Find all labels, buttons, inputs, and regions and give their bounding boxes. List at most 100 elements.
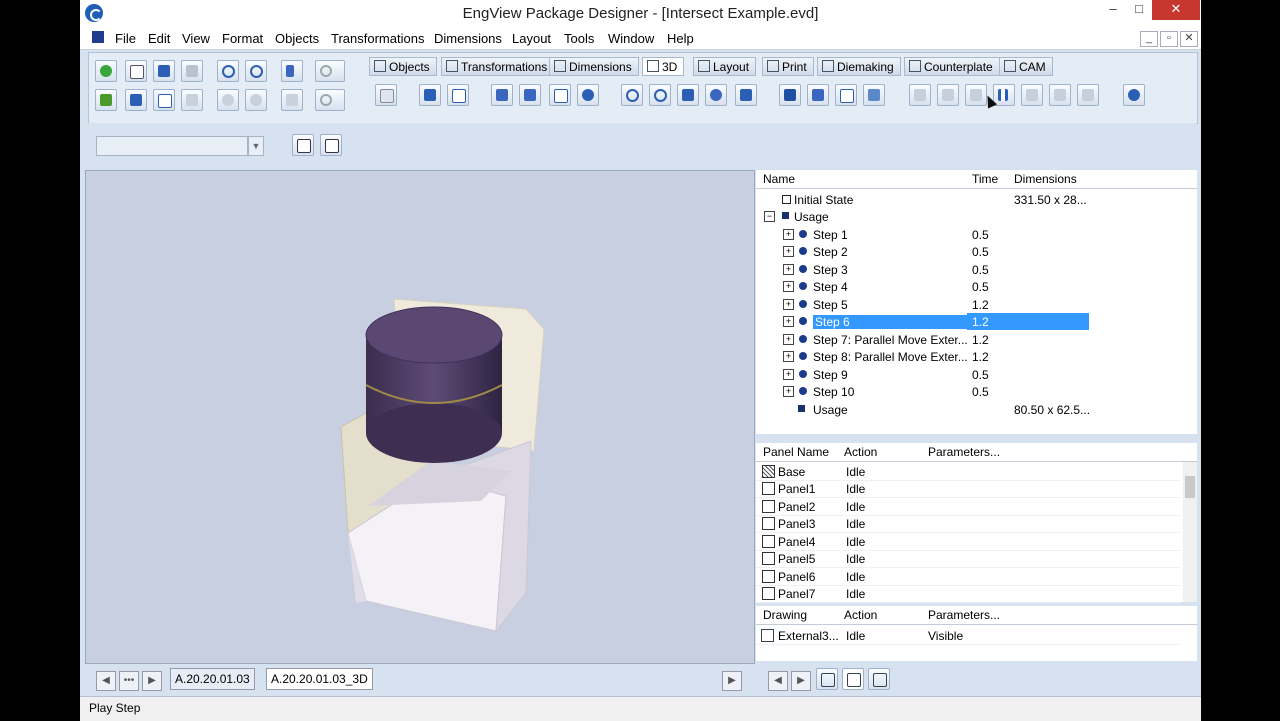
properties-icon[interactable] [375, 84, 397, 106]
menu-format[interactable]: Format [222, 31, 263, 46]
checkbox[interactable] [762, 517, 775, 530]
fit-icon[interactable] [320, 134, 342, 156]
panel-scrollbar[interactable] [1183, 462, 1197, 602]
new-file-icon[interactable] [125, 60, 147, 82]
checkbox[interactable] [762, 465, 775, 478]
tab-diemaking[interactable]: Diemaking [817, 57, 901, 76]
skip-start-icon[interactable] [1049, 84, 1071, 106]
record-icon[interactable] [1123, 84, 1145, 106]
menu-dimensions[interactable]: Dimensions [434, 31, 502, 46]
expand-icon[interactable]: + [783, 369, 794, 380]
mdi-close-button[interactable]: ✕ [1180, 31, 1198, 47]
menu-help[interactable]: Help [667, 31, 694, 46]
zoom-icon[interactable] [217, 60, 239, 82]
col-dimensions[interactable]: Dimensions [1014, 172, 1077, 186]
menu-objects[interactable]: Objects [275, 31, 319, 46]
tab-print[interactable]: Print [762, 57, 814, 76]
panel-row[interactable]: Base Idle [756, 463, 1180, 481]
expand-icon[interactable]: + [783, 386, 794, 397]
more-tabs-icon[interactable]: ••• [119, 671, 139, 691]
panel-row[interactable]: Panel3 Idle [756, 515, 1180, 533]
tab-objects[interactable]: Objects [369, 57, 437, 76]
col-name[interactable]: Name [763, 172, 795, 186]
close-button[interactable]: ✕ [1152, 0, 1200, 20]
menu-transformations[interactable]: Transformations [331, 31, 424, 46]
col-parameters[interactable]: Parameters... [928, 445, 1000, 459]
tab-3d[interactable]: 3D [642, 57, 685, 76]
panel-row[interactable]: Panel7 Idle [756, 585, 1180, 603]
tree-row[interactable]: + Step 10 0.5 [756, 383, 1197, 400]
checkbox[interactable] [762, 535, 775, 548]
col-action[interactable]: Action [844, 445, 877, 459]
align-icon[interactable] [292, 134, 314, 156]
search-icon[interactable] [621, 84, 643, 106]
tab-scroll-left-icon[interactable]: ◀ [96, 671, 116, 691]
tree-row[interactable]: + Step 4 0.5 [756, 278, 1197, 295]
doc-tab-2d[interactable]: A.20.20.01.03 [170, 668, 255, 690]
tab-transformations[interactable]: Transformations [441, 57, 555, 76]
panel-row[interactable]: Panel2 Idle [756, 498, 1180, 516]
panel-3d-icon[interactable] [816, 668, 838, 690]
checkbox[interactable] [762, 500, 775, 513]
tree-row[interactable]: + Step 2 0.5 [756, 243, 1197, 260]
panel-row[interactable]: Panel5 Idle [756, 550, 1180, 568]
preview-icon[interactable] [153, 89, 175, 111]
panel-row[interactable]: Panel4 Idle [756, 533, 1180, 551]
expand-icon[interactable]: + [783, 246, 794, 257]
tab-dimensions[interactable]: Dimensions [549, 57, 639, 76]
step-back-icon[interactable] [1021, 84, 1043, 106]
panel-row[interactable]: Panel6 Idle [756, 568, 1180, 586]
play-arrow-icon[interactable]: ▶ [722, 671, 742, 691]
col-drawing[interactable]: Drawing [763, 608, 807, 622]
skip-end-icon[interactable] [937, 84, 959, 106]
refresh-icon[interactable] [95, 60, 117, 82]
tree-row[interactable]: Usage 80.50 x 62.5... [756, 401, 1197, 418]
tree-row[interactable]: + Step 5 1.2 [756, 296, 1197, 313]
mdi-restore-button[interactable]: ▫ [1160, 31, 1178, 47]
tree-row[interactable]: − Usage [756, 208, 1197, 225]
drawing-row[interactable]: External3... Idle Visible [756, 627, 1180, 645]
collapse-icon[interactable]: − [764, 211, 775, 222]
rotate-icon[interactable] [705, 84, 727, 106]
chevron-down-icon[interactable]: ▼ [248, 136, 264, 156]
tab-cam[interactable]: CAM [999, 57, 1053, 76]
tree-row-selected[interactable]: + Step 6 1.2 [756, 313, 1197, 330]
menu-layout[interactable]: Layout [512, 31, 551, 46]
zoom-in-icon[interactable] [245, 60, 267, 82]
col-panel-name[interactable]: Panel Name [763, 445, 829, 459]
document-3d-icon[interactable] [447, 84, 469, 106]
grid-icon[interactable] [281, 89, 303, 111]
doc-tab-3d[interactable]: A.20.20.01.03_3D [266, 668, 373, 690]
expand-icon[interactable]: + [783, 334, 794, 345]
parts-icon[interactable] [491, 84, 513, 106]
undo-icon[interactable] [315, 60, 345, 82]
panel-row[interactable]: Panel1 Idle [756, 480, 1180, 498]
document-icon[interactable] [92, 31, 104, 43]
zoom-fit-icon[interactable] [217, 89, 239, 111]
col-drawing-action[interactable]: Action [844, 608, 877, 622]
pan-icon[interactable] [677, 84, 699, 106]
shaded-view-icon[interactable] [807, 84, 829, 106]
export-icon[interactable] [419, 84, 441, 106]
col-drawing-parameters[interactable]: Parameters... [928, 608, 1000, 622]
minimize-button[interactable]: – [1100, 0, 1126, 20]
expand-icon[interactable]: + [783, 299, 794, 310]
import-icon[interactable] [95, 89, 117, 111]
checkbox[interactable] [762, 552, 775, 565]
save-icon[interactable] [181, 60, 203, 82]
col-time[interactable]: Time [972, 172, 998, 186]
frame-icon[interactable] [549, 84, 571, 106]
select-arrow-icon[interactable] [281, 60, 303, 82]
sync-icon[interactable] [181, 89, 203, 111]
image-icon[interactable] [863, 84, 885, 106]
expand-icon[interactable]: + [783, 264, 794, 275]
menu-view[interactable]: View [182, 31, 210, 46]
tree-row[interactable]: + Step 3 0.5 [756, 261, 1197, 278]
checkbox[interactable] [762, 482, 775, 495]
expand-icon[interactable]: + [783, 229, 794, 240]
tree-row[interactable]: + Step 9 0.5 [756, 366, 1197, 383]
rewind-icon[interactable] [1077, 84, 1099, 106]
tree-row[interactable]: + Step 1 0.5 [756, 226, 1197, 243]
expand-icon[interactable]: + [783, 281, 794, 292]
menu-edit[interactable]: Edit [148, 31, 170, 46]
